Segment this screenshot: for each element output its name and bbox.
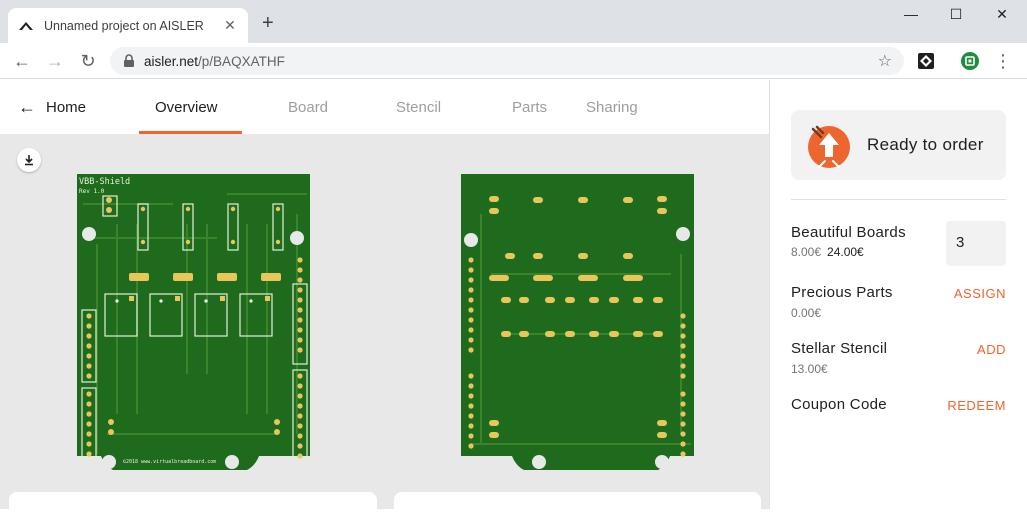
tab-board[interactable]: Board bbox=[288, 99, 328, 116]
ready-to-order-label: Ready to order bbox=[867, 135, 984, 154]
home-link[interactable]: ← Home bbox=[18, 98, 86, 116]
rocket-upload-icon bbox=[808, 125, 850, 168]
minimize-window-icon[interactable]: — bbox=[888, 6, 934, 26]
close-window-icon[interactable]: ✕ bbox=[979, 6, 1025, 26]
panel-divider bbox=[791, 199, 1006, 200]
add-stencil-button[interactable]: ADD bbox=[977, 342, 1006, 357]
url-domain: aisler.net bbox=[144, 53, 199, 69]
pcb-top-view: VBB-Shield Rev 1.0 ©2018 www.virtualbrea… bbox=[77, 174, 310, 470]
info-card-left bbox=[9, 492, 377, 512]
profile-avatar-icon[interactable] bbox=[961, 52, 979, 70]
info-card-right bbox=[394, 492, 761, 512]
coupon-code-title: Coupon Code bbox=[791, 396, 887, 413]
ready-to-order-button[interactable]: Ready to order bbox=[791, 110, 1006, 180]
back-icon[interactable]: ← bbox=[11, 50, 33, 72]
tab-overview[interactable]: Overview bbox=[155, 99, 218, 116]
pcb-bottom-view bbox=[461, 174, 694, 470]
board-name-label: VBB-Shield bbox=[79, 177, 130, 187]
address-bar[interactable]: aisler.net/p/BAQXATHF ☆ bbox=[110, 47, 904, 75]
maximize-window-icon[interactable]: ☐ bbox=[933, 6, 979, 26]
new-tab-button[interactable]: + bbox=[262, 13, 274, 33]
browser-toolbar: ← → ↻ aisler.net/p/BAQXATHF ☆ ⋮ bbox=[0, 43, 1027, 79]
aisler-favicon-icon bbox=[19, 21, 33, 30]
bookmark-star-icon[interactable]: ☆ bbox=[878, 51, 892, 71]
boards-item-title: Beautiful Boards bbox=[791, 224, 906, 241]
browser-menu-icon[interactable]: ⋮ bbox=[992, 50, 1014, 72]
url-text: aisler.net/p/BAQXATHF bbox=[144, 54, 878, 69]
redeem-coupon-button[interactable]: REDEEM bbox=[947, 398, 1006, 413]
project-navigation: ← Home Overview Board Stencil Parts Shar… bbox=[0, 80, 769, 134]
url-path: /p/BAQXATHF bbox=[198, 53, 285, 69]
home-label: Home bbox=[46, 98, 87, 116]
board-copyright-label: ©2018 www.virtualbreadboard.com bbox=[123, 459, 216, 465]
close-tab-icon[interactable]: ✕ bbox=[222, 17, 238, 34]
tab-sharing[interactable]: Sharing bbox=[586, 99, 638, 116]
board-preview-area: VBB-Shield Rev 1.0 ©2018 www.virtualbrea… bbox=[0, 134, 769, 512]
browser-titlebar: Unnamed project on AISLER ✕ + — ☐ ✕ bbox=[0, 0, 1027, 43]
tab-parts[interactable]: Parts bbox=[512, 99, 547, 116]
arrow-left-icon: ← bbox=[18, 97, 36, 117]
extension-icon[interactable] bbox=[917, 52, 935, 70]
lock-icon bbox=[124, 54, 134, 67]
boards-unit-price: 8.00€ bbox=[791, 245, 822, 259]
forward-icon[interactable]: → bbox=[44, 50, 66, 72]
boards-total-price: 24.00€ bbox=[827, 245, 864, 259]
stencil-item-title: Stellar Stencil bbox=[791, 340, 888, 357]
download-icon bbox=[25, 155, 33, 166]
boards-item-price: 8.00€ 24.00€ bbox=[791, 245, 864, 259]
parts-item-title: Precious Parts bbox=[791, 284, 893, 301]
parts-item-price: 0.00€ bbox=[791, 306, 822, 320]
tab-stencil[interactable]: Stencil bbox=[396, 99, 441, 116]
stencil-item-price: 13.00€ bbox=[791, 362, 828, 376]
reload-icon[interactable]: ↻ bbox=[77, 50, 99, 72]
browser-tab[interactable]: Unnamed project on AISLER ✕ bbox=[8, 8, 248, 43]
board-revision-label: Rev 1.0 bbox=[79, 188, 105, 195]
download-button[interactable] bbox=[17, 148, 41, 172]
boards-quantity-input[interactable]: 3 bbox=[946, 221, 1006, 266]
tab-title: Unnamed project on AISLER bbox=[44, 18, 204, 33]
assign-parts-button[interactable]: ASSIGN bbox=[954, 286, 1006, 301]
order-panel: Ready to order Beautiful Boards 8.00€ 24.… bbox=[769, 80, 1027, 509]
